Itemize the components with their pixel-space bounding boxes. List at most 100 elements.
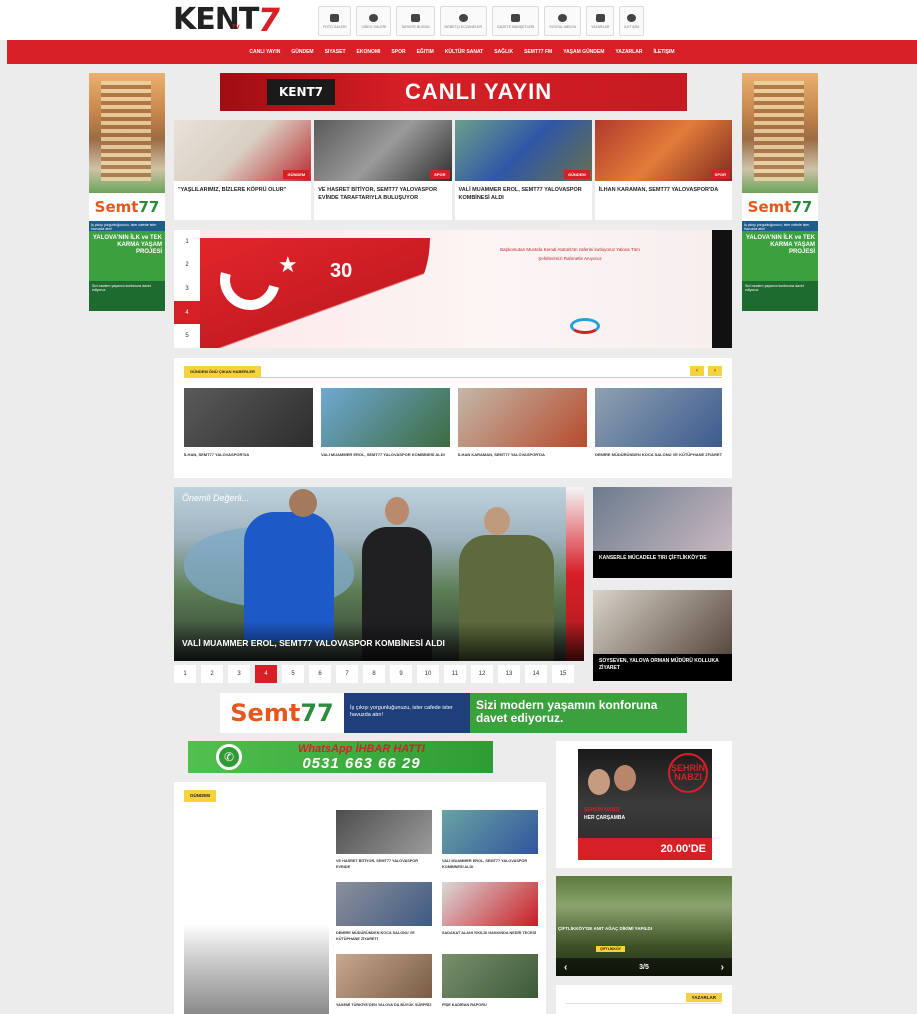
gundem-item[interactable]: DEMİRE MÜDÜRÜNDEN KOCA SALONU VE KÜTÜPHA… — [336, 882, 432, 952]
side-news-image — [593, 487, 732, 551]
gundem-item[interactable]: YASEMİ TÜRKİYE'DEN YALOVA'DA BÜYÜK SÜRPR… — [336, 954, 432, 1014]
side-news-image — [593, 590, 732, 654]
menu-item[interactable]: Semt77 FM — [524, 49, 552, 55]
page-button[interactable]: 12 — [471, 665, 493, 683]
nav-button-map[interactable]: Tarihte Bugün — [396, 6, 435, 36]
menu-item[interactable]: Yazarlar — [615, 49, 642, 55]
page-button[interactable]: 13 — [498, 665, 520, 683]
gundem-item[interactable]: VALİ MUAMMER EROL, SEMT77 YALOVASPOR KOM… — [442, 810, 538, 880]
side-news-title: SOYSEVEN, YALOVA ORMAN MÜDÜRÜ KOLLUKA Zİ… — [599, 658, 719, 671]
page-button[interactable]: 9 — [390, 665, 412, 683]
photo-gallery-widget[interactable]: ÇİFTLİKKÖY'DE ANIT AĞAÇ DİKİMİ YAPILDI Ç… — [556, 876, 732, 976]
page-button[interactable]: 7 — [336, 665, 358, 683]
page-button[interactable]: 2 — [201, 665, 223, 683]
carousel-image — [458, 388, 587, 447]
site-logo[interactable]: KENT 7 — [173, 1, 286, 39]
news-card[interactable]: GÜNDEM "YAŞLILARIMIZ, BİZLERE KÖPRÜ OLUR" — [174, 120, 312, 220]
category-badge: GÜNDEM — [283, 170, 310, 179]
nav-button-label: Video Galeri — [361, 24, 387, 29]
carousel-item[interactable]: İLHAN KARAMAN, SEMT77 YALOVASPOR'DA — [458, 388, 587, 458]
live-broadcast-banner[interactable]: KENT7 CANLI YAYIN — [220, 73, 687, 111]
page-button[interactable]: 5 — [282, 665, 304, 683]
slider-page-button[interactable]: 5 — [174, 324, 200, 348]
gallery-next-button[interactable]: › — [721, 962, 724, 973]
live-title: CANLI YAYIN — [405, 79, 553, 104]
gallery-prev-button[interactable]: ‹ — [564, 962, 567, 973]
heading-divider — [566, 1003, 722, 1004]
carousel-prev-button[interactable]: ‹ — [690, 366, 704, 376]
page-button[interactable]: 10 — [417, 665, 439, 683]
sehrin-nabzi-ad[interactable]: ŞEHRİN NABZI ŞEHRİN NABZI HER ÇARŞAMBA 2… — [556, 741, 732, 868]
nav-button-mail[interactable]: İletişim — [619, 6, 644, 36]
menu-item[interactable]: Yaşam Gündem — [563, 49, 604, 55]
menu-item[interactable]: Sağlık — [494, 49, 513, 55]
gundem-item[interactable]: PİŞE KADİRAN RAPORU — [442, 954, 538, 1014]
live-logo: KENT7 — [267, 79, 335, 105]
page-button[interactable]: 4 — [255, 665, 277, 683]
menu-item[interactable]: Spor — [391, 49, 405, 55]
municipality-logo-icon — [570, 318, 600, 334]
carousel-image — [184, 388, 313, 447]
gundem-image — [442, 882, 538, 926]
nav-button-play[interactable]: Video Galeri — [356, 6, 392, 36]
carousel-item[interactable]: İLHAN, SEMT77 YALOVASPOR'DA — [184, 388, 313, 458]
nav-button-pharmacy[interactable]: Nöbetçi Eczaneler — [439, 6, 488, 36]
slider-page-button[interactable]: 4 — [174, 300, 200, 325]
nav-button-label: Nöbetçi Eczaneler — [444, 24, 483, 29]
right-side-ad[interactable]: Semt 77 İş çıkışı yorgunluğunuzu, ister c… — [742, 73, 818, 311]
semt77-logo: Semt 77 — [742, 193, 818, 221]
news-card[interactable]: GÜNDEM VALİ MUAMMER EROL, SEMT77 YALOVASP… — [454, 120, 592, 220]
menu-item[interactable]: Kültür Sanat — [445, 49, 483, 55]
side-news-title: KANSERLE MÜCADELE TIRI ÇİFTLİKKÖY'DE — [599, 555, 707, 561]
menu-item[interactable]: İletişim — [653, 49, 674, 55]
gundem-section: Gündem VE HASRET BİTİYOR, SEMT77 YALOVAS… — [174, 782, 546, 1014]
category-badge: SPOR — [430, 170, 450, 179]
menu-item[interactable]: Eğitim — [417, 49, 434, 55]
side-news-item[interactable]: KANSERLE MÜCADELE TIRI ÇİFTLİKKÖY'DE — [593, 487, 732, 578]
whatsapp-hotline-banner[interactable]: ✆ WhatsApp İHBAR HATTI 0531 663 66 29 — [188, 741, 493, 773]
news-card[interactable]: SPOR İLHAN KARAMAN, SEMT77 YALOVASPOR'DA — [594, 120, 732, 220]
gundem-image — [442, 810, 538, 854]
headline-caption[interactable]: VALİ MUAMMER EROL, SEMT77 YALOVASPOR KOM… — [182, 638, 445, 648]
nav-button-share[interactable]: Sosyal Medya — [544, 6, 582, 36]
news-title: VE HASRET BİTİYOR, SEMT77 YALOVASPOR EVİ… — [318, 187, 438, 201]
slider-pagination: 12345 — [174, 230, 200, 348]
carousel-item[interactable]: DEMİRE MÜDÜRÜNDEN KOCA SALONU VE KÜTÜPHA… — [595, 388, 722, 458]
carousel-item[interactable]: VALİ MUAMMER EROL, SEMT77 YALOVASPOR KOM… — [321, 388, 450, 458]
page-button[interactable]: 8 — [363, 665, 385, 683]
carousel-next-button[interactable]: › — [708, 366, 722, 376]
nav-button-label: Gazete Manşetleri — [497, 24, 535, 29]
slider-page-button[interactable]: 3 — [174, 277, 200, 301]
page-button[interactable]: 15 — [552, 665, 574, 683]
headline-pagination: 1 2 3 4 5 6 7 8 9 10 11 12 13 14 15 — [174, 665, 584, 685]
menu-item[interactable]: Gündem — [291, 49, 313, 55]
slider-page-button[interactable]: 2 — [174, 254, 200, 278]
page-button[interactable]: 11 — [444, 665, 466, 683]
page-button[interactable]: 1 — [174, 665, 196, 683]
side-news-item[interactable]: SOYSEVEN, YALOVA ORMAN MÜDÜRÜ KOLLUKA Zİ… — [593, 590, 732, 681]
menu-item[interactable]: Ekonomi — [357, 49, 381, 55]
gundem-item[interactable]: SADAKAT ALANI YIKILDI HAKKINDA NEDİR TEC… — [442, 882, 538, 952]
slider-image[interactable]: ★ 30 Başkomutan Mustafa Kemal Atatürk'ün… — [200, 230, 712, 348]
featured-news-carousel: Gündem Önü Çıkan Haberler ‹ › İLHAN, SEM… — [174, 358, 732, 478]
heading-divider — [184, 377, 722, 378]
slider-page-button[interactable]: 1 — [174, 230, 200, 254]
nav-button-globe[interactable]: Gazete Manşetleri — [492, 6, 540, 36]
page-button[interactable]: 6 — [309, 665, 331, 683]
nav-button-star[interactable]: Yazarlar — [586, 6, 615, 36]
page-button[interactable]: 3 — [228, 665, 250, 683]
hotline-title: WhatsApp İHBAR HATTI — [298, 742, 425, 755]
gundem-item[interactable]: VE HASRET BİTİYOR, SEMT77 YALOVASPOR EVİ… — [336, 810, 432, 880]
news-card[interactable]: SPOR VE HASRET BİTİYOR, SEMT77 YALOVASPOR… — [314, 120, 452, 220]
nav-button-camera[interactable]: Foto Galeri — [318, 6, 352, 36]
news-image: SPOR — [314, 120, 452, 181]
left-side-ad[interactable]: Semt 77 İş çıkışı yorgunluğunuzu, ister c… — [89, 73, 165, 311]
gundem-main-image[interactable] — [184, 812, 329, 1014]
menu-item[interactable]: Canlı Yayın — [249, 49, 280, 55]
semt77-banner[interactable]: Semt 77 İş çıkışı yorgunluğunuzu, ister c… — [220, 693, 687, 733]
headline-slider[interactable]: Önemli Değerli... VALİ MUAMMER EROL, SEM… — [174, 487, 584, 661]
mail-icon — [627, 13, 637, 22]
menu-item[interactable]: Siyaset — [325, 49, 346, 55]
page-button[interactable]: 14 — [525, 665, 547, 683]
gallery-tag: ÇİFTLİKKÖY — [596, 946, 625, 952]
